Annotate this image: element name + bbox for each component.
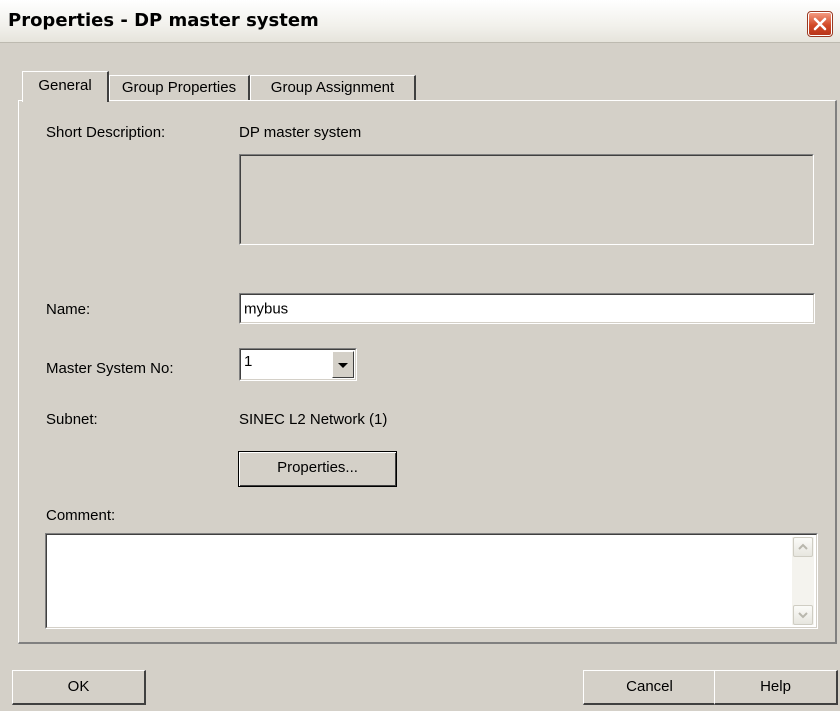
title-bar[interactable]: Properties - DP master system <box>0 0 840 43</box>
short-description-value: DP master system <box>239 124 362 141</box>
chevron-up-icon <box>798 543 808 550</box>
subnet-properties-button-label: Properties... <box>277 459 358 476</box>
cancel-button-label: Cancel <box>626 678 673 695</box>
ok-button-label: OK <box>67 678 90 695</box>
name-field[interactable]: mybus <box>239 293 815 324</box>
help-button[interactable]: Help <box>714 670 838 705</box>
name-label: Name: <box>46 301 91 318</box>
subnet-value: SINEC L2 Network (1) <box>239 411 388 428</box>
comment-scrollbar[interactable] <box>792 537 814 625</box>
close-button[interactable] <box>807 11 833 37</box>
help-button-label: Help <box>760 678 791 695</box>
master-system-label: Master System No: <box>46 360 174 377</box>
chevron-down-icon <box>798 612 808 619</box>
comment-label: Comment: <box>46 507 116 524</box>
cancel-button[interactable]: Cancel <box>583 670 717 705</box>
tab-group-assignment[interactable]: Group Assignment <box>250 75 416 101</box>
subnet-label: Subnet: <box>46 411 98 428</box>
master-system-select[interactable]: 1 <box>239 348 357 381</box>
dropdown-button[interactable] <box>332 351 354 378</box>
master-system-value: 1 <box>244 353 253 370</box>
name-field-border <box>240 294 814 323</box>
scroll-up-button[interactable] <box>793 537 813 557</box>
close-icon <box>813 17 827 31</box>
tab-general[interactable]: General <box>22 71 109 102</box>
subnet-properties-button[interactable]: Properties... <box>238 451 397 487</box>
description-textarea <box>239 154 814 245</box>
scroll-down-button[interactable] <box>793 605 813 625</box>
comment-textarea-border <box>46 534 817 628</box>
tab-group-properties[interactable]: Group Properties <box>109 75 250 101</box>
window-title: Properties - DP master system <box>8 10 319 31</box>
chevron-down-icon <box>338 363 348 368</box>
comment-textarea[interactable] <box>45 533 818 629</box>
ok-button[interactable]: OK <box>12 670 146 705</box>
name-field-value: mybus <box>244 300 289 317</box>
short-description-label: Short Description: <box>46 124 166 141</box>
description-textarea-border <box>240 155 813 244</box>
